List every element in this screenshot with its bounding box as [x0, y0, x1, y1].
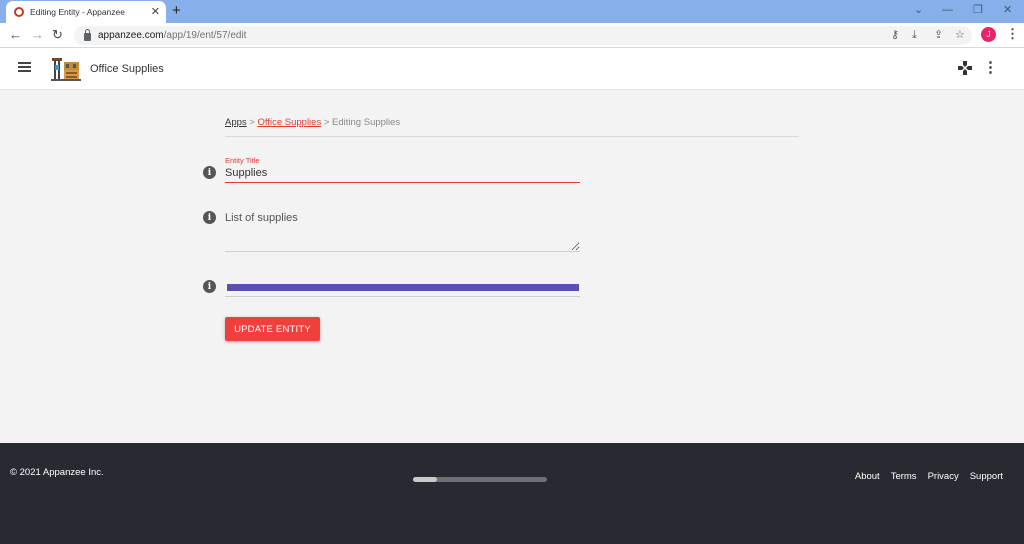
- reload-icon[interactable]: ↻: [52, 27, 63, 43]
- url-host: appanzee.com: [98, 30, 164, 41]
- supplies-textarea[interactable]: [225, 226, 580, 252]
- color-field[interactable]: [225, 280, 580, 297]
- gamepad-icon[interactable]: [957, 60, 973, 76]
- footer-link-support[interactable]: Support: [970, 471, 1003, 482]
- app-title: Office Supplies: [90, 63, 164, 75]
- star-icon[interactable]: ☆: [955, 28, 965, 42]
- lock-icon[interactable]: [84, 28, 91, 41]
- browser-tabstrip: Editing Entity - Appanzee ✕ + ⌄ — ❐ ✕: [0, 0, 1024, 23]
- url-path: /app/19/ent/57/edit: [163, 30, 247, 41]
- entity-title-input[interactable]: [225, 164, 580, 183]
- browser-tab[interactable]: Editing Entity - Appanzee ✕: [6, 1, 166, 23]
- breadcrumb-apps-link[interactable]: Apps: [225, 117, 247, 128]
- office-supplies-logo-icon: [51, 58, 81, 81]
- supplies-label: List of supplies: [225, 212, 298, 224]
- key-icon[interactable]: ⚷: [891, 28, 899, 42]
- breadcrumb-separator: >: [246, 117, 258, 128]
- tab-title: Editing Entity - Appanzee: [30, 7, 125, 17]
- scrollbar-thumb[interactable]: [413, 477, 438, 482]
- minimize-icon[interactable]: —: [942, 3, 953, 17]
- hamburger-menu-icon[interactable]: [18, 62, 31, 72]
- breadcrumb-current: Editing Supplies: [332, 117, 401, 128]
- restore-icon[interactable]: ❐: [973, 3, 983, 17]
- footer: © 2021 Appanzee Inc. About Terms Privacy…: [0, 443, 1024, 544]
- copyright: © 2021 Appanzee Inc.: [10, 467, 104, 478]
- share-icon[interactable]: ⇪: [934, 28, 943, 42]
- app-menu-icon[interactable]: ⋮: [983, 59, 998, 77]
- app-header: Office Supplies ⋮: [0, 48, 1024, 90]
- info-icon[interactable]: i: [203, 211, 216, 224]
- info-icon[interactable]: i: [203, 280, 216, 293]
- install-icon[interactable]: ⤓: [912, 28, 917, 42]
- footer-links: About Terms Privacy Support: [855, 471, 1003, 482]
- breadcrumb-separator: >: [321, 117, 333, 128]
- profile-avatar[interactable]: J: [981, 27, 996, 42]
- footer-link-about[interactable]: About: [855, 471, 880, 482]
- forward-icon[interactable]: →: [31, 27, 44, 43]
- browser-menu-icon[interactable]: ⋮: [1006, 27, 1019, 41]
- update-entity-button[interactable]: UPDATE ENTITY: [225, 317, 320, 341]
- breadcrumb-entity-link[interactable]: Office Supplies: [257, 117, 321, 128]
- footer-link-terms[interactable]: Terms: [891, 471, 917, 482]
- info-icon[interactable]: i: [203, 166, 216, 179]
- new-tab-button[interactable]: +: [172, 3, 181, 19]
- color-swatch[interactable]: [227, 284, 579, 291]
- tab-close-icon[interactable]: ✕: [151, 6, 160, 18]
- back-icon[interactable]: ←: [9, 27, 22, 43]
- tab-search-icon[interactable]: ⌄: [914, 3, 923, 17]
- breadcrumb: Apps > Office Supplies > Editing Supplie…: [225, 117, 400, 128]
- appanzee-favicon-icon: [14, 7, 24, 17]
- browser-toolbar: ← → ↻ appanzee.com/app/19/ent/57/edit ⚷ …: [0, 23, 1024, 48]
- footer-link-privacy[interactable]: Privacy: [928, 471, 959, 482]
- breadcrumb-divider: [225, 136, 799, 137]
- horizontal-scrollbar[interactable]: [413, 477, 547, 482]
- address-bar[interactable]: appanzee.com/app/19/ent/57/edit: [74, 26, 972, 45]
- close-window-icon[interactable]: ✕: [1003, 3, 1012, 17]
